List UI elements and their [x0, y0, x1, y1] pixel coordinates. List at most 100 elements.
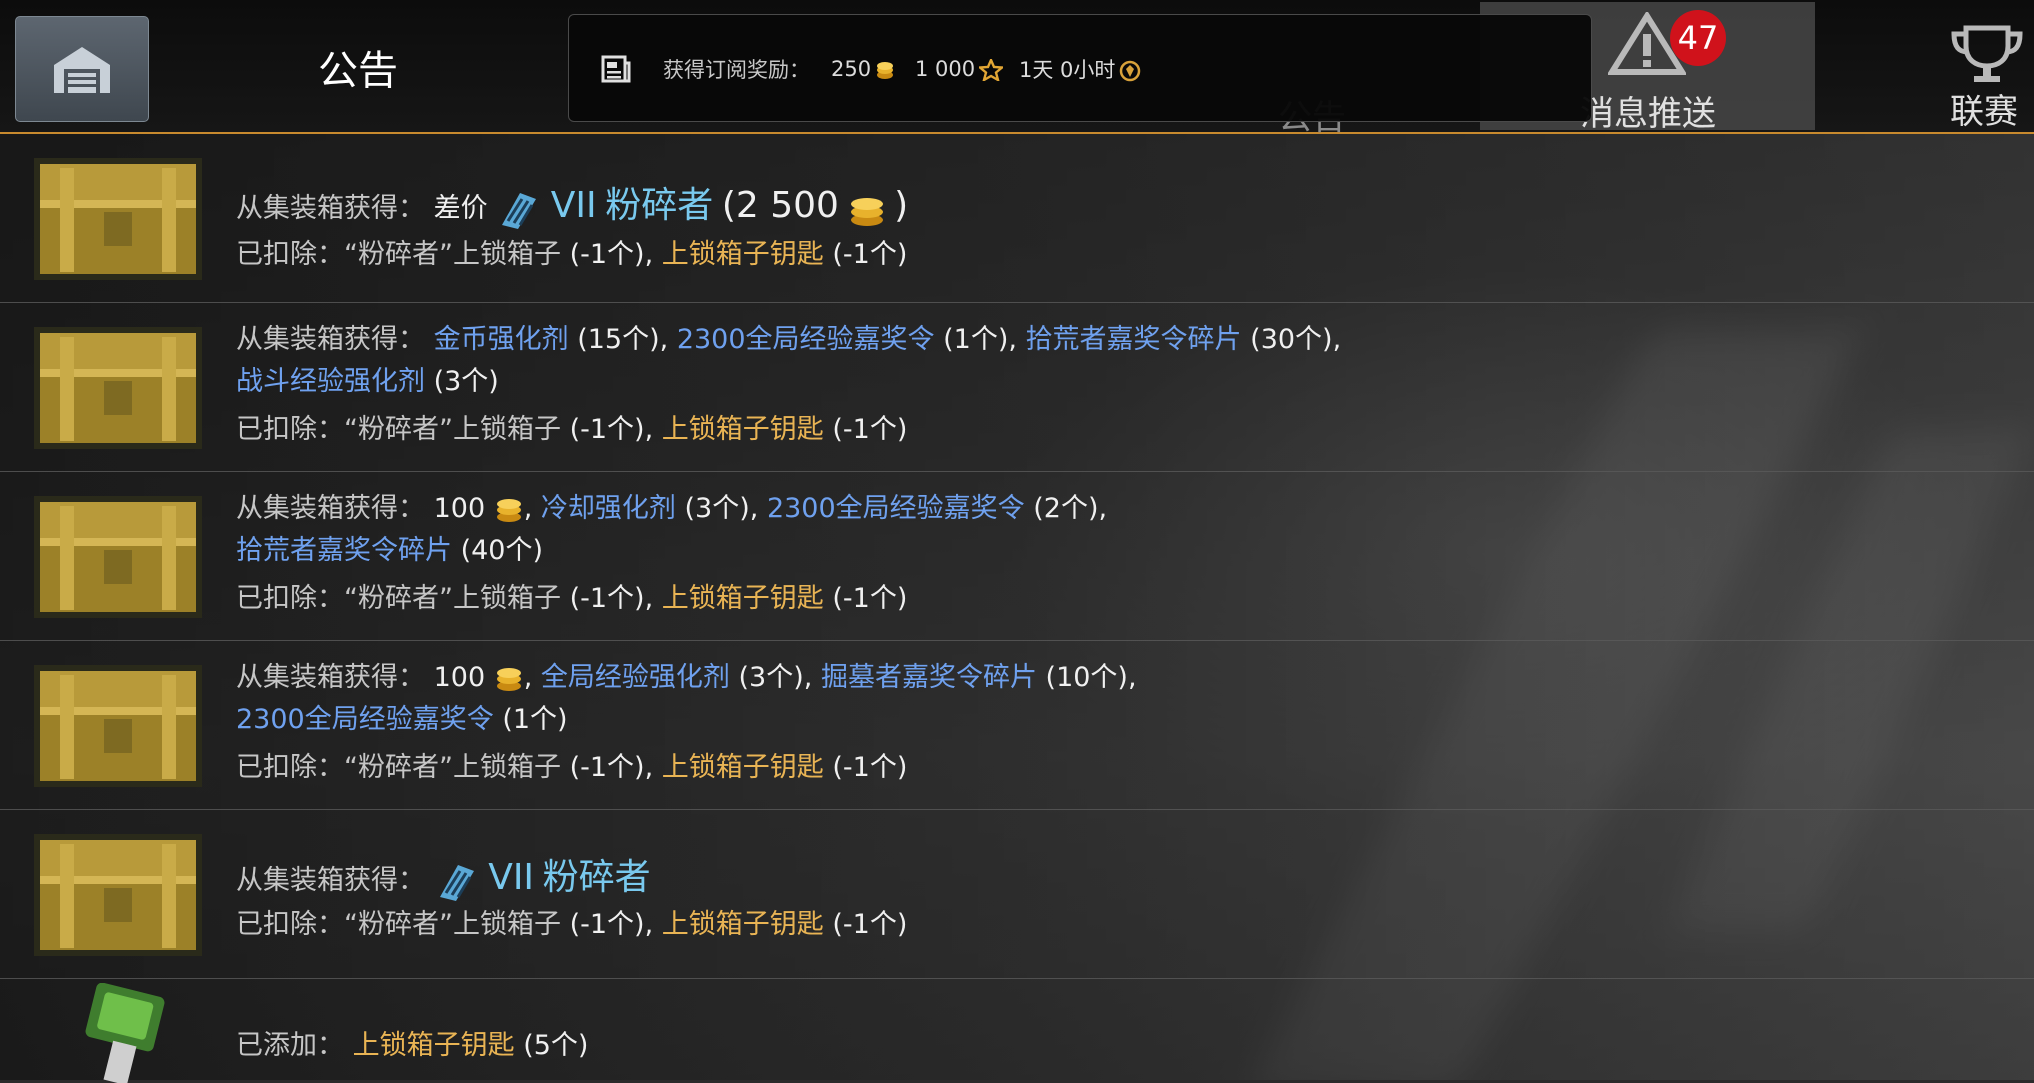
compensation-amount: (2 500: [721, 185, 839, 226]
list-item[interactable]: 从集装箱获得： 金币强化剂 (15个), 2300全局经验嘉奖令 (1个), 拾…: [0, 303, 2034, 472]
reward-item-name[interactable]: 2300全局经验嘉奖令: [677, 324, 935, 355]
list-item[interactable]: 从集装箱获得： VII 粉碎者 已扣除：“粉碎者”上锁箱子 (-1个), 上锁箱…: [0, 810, 2034, 979]
removed-count: (-1个): [569, 239, 645, 270]
list-item[interactable]: 已添加： 上锁箱子钥匙 (5个): [0, 979, 2034, 1083]
top-bar: 公告 公告 47 消息推送 联赛 获得订阅奖励： 250 1 0: [0, 0, 2034, 138]
received-line-continued: 拾荒者嘉奖令碎片 (40个): [236, 528, 543, 567]
separator: ,: [644, 239, 654, 270]
separator: ,: [1127, 662, 1137, 693]
hangar-icon: [54, 47, 110, 93]
reward-gold: 100: [433, 493, 486, 524]
list-item[interactable]: 从集装箱获得： 差价 VII 粉碎者 (2 500 ) 已扣除：“粉碎者”上锁箱…: [0, 134, 2034, 303]
separator: ,: [1332, 324, 1342, 355]
reward-item-count: (1个): [502, 704, 568, 735]
compensation-amount-close: ): [894, 185, 909, 226]
gold-coins-icon: [850, 197, 883, 226]
compensation-label: 差价: [433, 193, 488, 224]
removed-count: (-1个): [569, 909, 645, 940]
newspaper-icon: [601, 55, 631, 83]
received-line: 从集装箱获得： 差价 VII 粉碎者 (2 500 ): [236, 176, 908, 231]
gold-crate-icon: [34, 496, 202, 618]
reward-item-name[interactable]: 2300全局经验嘉奖令: [236, 704, 494, 735]
separator: ,: [803, 662, 813, 693]
notification-badge: 47: [1670, 10, 1726, 66]
gold-coins-icon: [496, 667, 521, 691]
gold-crate-icon: [34, 327, 202, 449]
gold-crate-icon: [34, 158, 202, 280]
subscription-stars: 1 000: [915, 57, 1004, 81]
tank-name: 粉碎者: [542, 857, 651, 898]
tab-league[interactable]: 联赛: [1940, 0, 2034, 132]
removed-label: 已扣除：: [236, 583, 344, 614]
tab-news-push-label: 消息推送: [1580, 94, 1716, 134]
tank-name: 粉碎者: [605, 185, 714, 226]
separator: ,: [644, 414, 654, 445]
removed-key: 上锁箱子钥匙: [661, 583, 824, 614]
reward-item-count: (40个): [460, 535, 544, 566]
subscription-time: 1天 0小时: [1019, 54, 1141, 84]
reward-item-name[interactable]: 战斗经验强化剂: [236, 366, 425, 397]
tab-league-label: 联赛: [1950, 92, 2018, 132]
removed-key-count: (-1个): [832, 239, 908, 270]
gold-crate-icon: [34, 834, 202, 956]
removed-label: 已扣除：: [236, 909, 344, 940]
subscription-stars-value: 1 000: [915, 57, 976, 81]
list-item[interactable]: 从集装箱获得： 100 , 冷却强化剂 (3个), 2300全局经验嘉奖令 (2…: [0, 472, 2034, 641]
removed-item: “粉碎者”上锁箱子: [344, 752, 561, 783]
removed-item: “粉碎者”上锁箱子: [344, 414, 561, 445]
tank-class-icon: [439, 864, 474, 901]
removed-line: 已扣除：“粉碎者”上锁箱子 (-1个), 上锁箱子钥匙 (-1个): [236, 576, 907, 615]
removed-line: 已扣除：“粉碎者”上锁箱子 (-1个), 上锁箱子钥匙 (-1个): [236, 902, 907, 941]
removed-item: “粉碎者”上锁箱子: [344, 239, 561, 270]
reward-item-name[interactable]: 金币强化剂: [434, 324, 569, 355]
received-line: 从集装箱获得： 金币强化剂 (15个), 2300全局经验嘉奖令 (1个), 拾…: [236, 317, 1341, 356]
reward-item-name[interactable]: 全局经验强化剂: [541, 662, 730, 693]
received-line-continued: 战斗经验强化剂 (3个): [236, 359, 499, 398]
received-label: 从集装箱获得：: [236, 662, 425, 693]
tank-tier: VII: [488, 857, 535, 898]
removed-label: 已扣除：: [236, 752, 344, 783]
removed-item: “粉碎者”上锁箱子: [344, 909, 561, 940]
separator: ,: [644, 752, 654, 783]
green-key-icon: [85, 983, 165, 1083]
removed-item: “粉碎者”上锁箱子: [344, 583, 561, 614]
tank-tier: VII: [550, 185, 597, 226]
reward-gold: 100: [433, 662, 486, 693]
list-item[interactable]: 从集装箱获得： 100 , 全局经验强化剂 (3个), 掘墓者嘉奖令碎片 (10…: [0, 641, 2034, 810]
reward-item-count: (3个): [738, 662, 804, 693]
reward-item-name[interactable]: 拾荒者嘉奖令碎片: [236, 535, 452, 566]
removed-count: (-1个): [569, 583, 645, 614]
removed-key-count: (-1个): [832, 414, 908, 445]
removed-label: 已扣除：: [236, 414, 344, 445]
reward-item-count: (30个): [1250, 324, 1333, 355]
separator: ,: [749, 493, 759, 524]
received-line: 从集装箱获得： VII 粉碎者: [236, 848, 651, 903]
reward-item-count: (3个): [433, 366, 499, 397]
garage-button[interactable]: [15, 16, 149, 122]
removed-count: (-1个): [569, 414, 645, 445]
received-label: 从集装箱获得：: [236, 865, 425, 896]
separator: ,: [523, 493, 533, 524]
subscription-time-value: 1天 0小时: [1019, 58, 1116, 82]
removed-line: 已扣除：“粉碎者”上锁箱子 (-1个), 上锁箱子钥匙 (-1个): [236, 232, 907, 271]
reward-item-name[interactable]: 冷却强化剂: [541, 493, 676, 524]
subscription-label: 获得订阅奖励：: [663, 58, 810, 82]
reward-item-name[interactable]: 拾荒者嘉奖令碎片: [1026, 324, 1242, 355]
subscription-gold: 250: [831, 57, 895, 81]
added-count: (5个): [523, 1030, 589, 1061]
removed-key: 上锁箱子钥匙: [661, 239, 824, 270]
received-line: 从集装箱获得： 100 , 全局经验强化剂 (3个), 掘墓者嘉奖令碎片 (10…: [236, 655, 1137, 694]
subscription-reward-panel: 获得订阅奖励： 250 1 000 1天 0小时: [568, 14, 1592, 122]
reward-item-count: (3个): [684, 493, 750, 524]
removed-key: 上锁箱子钥匙: [661, 909, 824, 940]
removed-key-count: (-1个): [832, 583, 908, 614]
reward-item-count: (15个): [577, 324, 660, 355]
reward-item-name[interactable]: 掘墓者嘉奖令碎片: [821, 662, 1037, 693]
removed-line: 已扣除：“粉碎者”上锁箱子 (-1个), 上锁箱子钥匙 (-1个): [236, 745, 907, 784]
separator: ,: [523, 662, 533, 693]
reward-item-count: (10个): [1045, 662, 1128, 693]
trophy-icon: [1951, 25, 2023, 82]
reward-item-count: (1个): [943, 324, 1009, 355]
reward-item-name[interactable]: 2300全局经验嘉奖令: [767, 493, 1025, 524]
received-label: 从集装箱获得：: [236, 493, 425, 524]
